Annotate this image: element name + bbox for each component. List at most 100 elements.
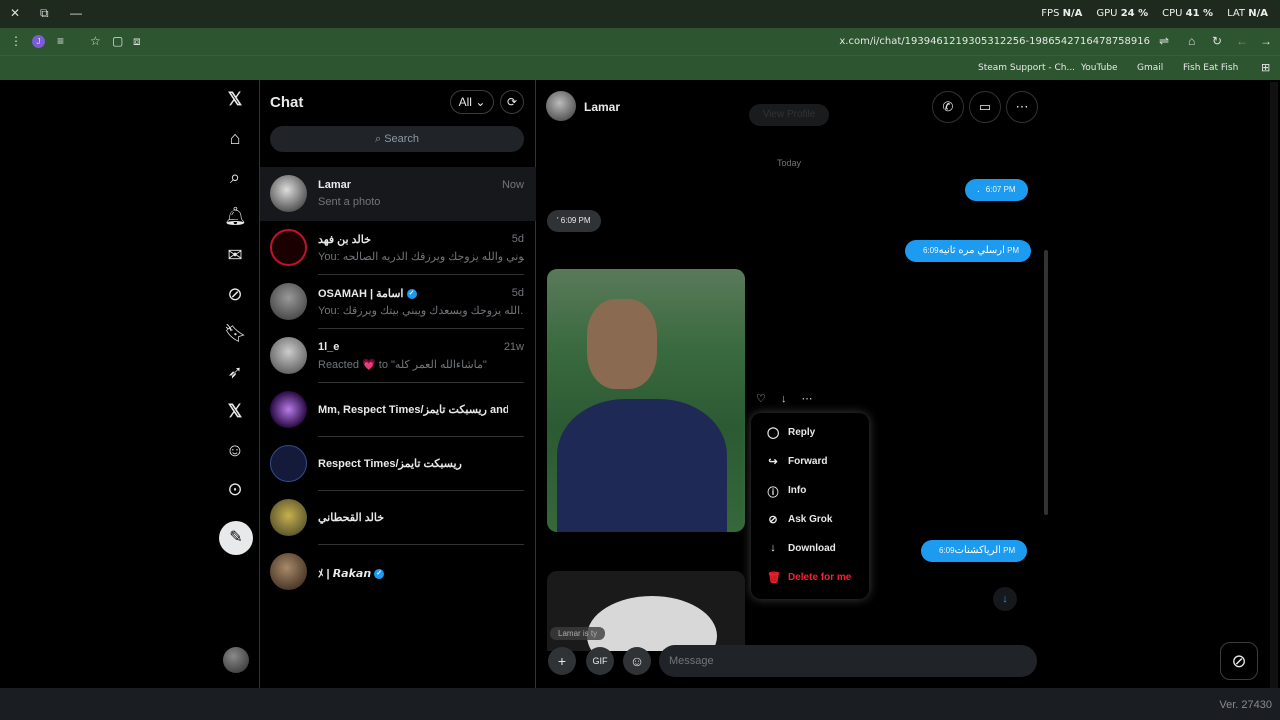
video-call-icon[interactable]: ▭ <box>969 91 1001 123</box>
url-field[interactable]: x.com/i/chat/1939461219305312256-1986542… <box>839 36 1150 47</box>
site-settings-icon[interactable]: ⇌ <box>1159 34 1169 48</box>
page-scrollbar[interactable] <box>1270 82 1278 688</box>
avatar <box>270 499 307 536</box>
menu-item-reply[interactable]: ◯ Reply <box>751 418 869 447</box>
restore-window-icon[interactable]: ⧉ <box>40 6 49 21</box>
avatar <box>270 445 307 482</box>
avatar <box>270 553 307 590</box>
message-bubble-out[interactable]: الرياكشنات6:09 PM <box>921 540 1028 562</box>
conversation-item[interactable]: OSAMAH | اسامة ✓ You: الله يزوجك ويسعدك و… <box>260 275 536 329</box>
avatar <box>270 283 307 320</box>
grok-nav-icon[interactable]: ⊘ <box>224 283 246 305</box>
compose-post-button[interactable]: ✎ <box>219 521 253 555</box>
scroll-down-icon[interactable]: ↓ <box>993 587 1017 611</box>
more-circle-icon[interactable]: ⊙ <box>224 478 246 500</box>
forward-nav-icon[interactable]: → <box>1260 34 1272 48</box>
photo-message[interactable] <box>547 269 745 532</box>
conversation-item[interactable]: Lamar Sent a photo Now <box>260 167 536 221</box>
home-icon[interactable]: ⌂ <box>1188 34 1195 48</box>
menu-item-ask-grok[interactable]: ⊘ Ask Grok <box>751 505 869 534</box>
home-nav-icon[interactable]: ⌂ <box>224 127 246 149</box>
message-bubble-out[interactable]: ارسلي مره ثانيه6:09 PM <box>905 240 1032 262</box>
premium-x-icon[interactable]: 𝕏 <box>224 400 246 422</box>
typing-indicator: Lamar is ty <box>550 627 606 640</box>
window-titlebar: ✕ ⧉ — FPS N/A GPU 24 % CPU 41 % LAT N/A <box>0 0 1280 28</box>
message-composer: + GIF ☺ Message <box>546 645 1038 677</box>
screenshot-icon[interactable]: ▢ <box>112 34 123 48</box>
conversation-scrollbar[interactable] <box>1044 250 1048 515</box>
message-context-menu: ◯ Reply ↪ Forward ⓘ Info ⊘ Ask Grok ↓ Downloa… <box>751 413 869 599</box>
search-input[interactable]: ⌕ Search <box>270 126 524 152</box>
rocket-icon[interactable]: ➶ <box>224 361 246 383</box>
search-placeholder: Search <box>384 133 420 145</box>
message-bubble-in[interactable]: ' 6:09 PM <box>547 210 601 232</box>
conversation-name: خالد بن فهد <box>318 234 371 246</box>
menu-item-delete[interactable]: 🗑︎ Delete for me <box>751 563 869 592</box>
stat-fps: FPS N/A <box>1041 8 1083 19</box>
message-time: 6:09 PM <box>560 216 591 225</box>
conversation-item[interactable]: خالد بن فهد You: ستوني والله يزوجك ويرزق… <box>260 221 536 275</box>
reading-list-icon[interactable]: ≡ <box>57 34 64 48</box>
message-bubble-out[interactable]: . 6:07 PM <box>965 179 1028 201</box>
menu-item-download[interactable]: ↓ Download <box>751 534 869 563</box>
avatar <box>270 175 307 212</box>
info-icon: ⓘ <box>767 487 779 499</box>
close-window-icon[interactable]: ✕ <box>10 6 20 20</box>
gif-icon[interactable]: GIF <box>586 647 614 675</box>
view-profile-button[interactable]: View Profile <box>749 104 829 126</box>
conversation-name: ﾒ | 𝙍𝙖𝙠𝙖𝙣 ✓ <box>318 565 385 581</box>
more-options-icon[interactable]: ⋯ <box>1006 91 1038 123</box>
menu-item-info[interactable]: ⓘ Info <box>751 476 869 505</box>
grok-fab-icon[interactable]: ⊘ <box>1220 642 1258 680</box>
chat-header-name[interactable]: Lamar <box>584 100 620 114</box>
primary-nav: 𝕏 ⌂ ⌕ 🔔︎ ✉ ⊘ 🔖︎ ➶ 𝕏 ☺ ⊙ ✎ <box>210 80 260 688</box>
conversation-name: Mm, Respect Times/ريسبكت تايمز and 6 ... <box>318 404 508 416</box>
new-chat-icon[interactable]: ⟳ <box>500 90 524 114</box>
bookmark-fish-eat-fish[interactable]: Fish Eat Fish <box>1183 63 1238 73</box>
stat-cpu: CPU 41 % <box>1162 8 1214 19</box>
conversation-item[interactable]: 1l_e Reacted 💗 to "ماشاءالله العمر كله" … <box>260 329 536 383</box>
menu-item-forward[interactable]: ↪ Forward <box>751 447 869 476</box>
conversation-name: 1l_e <box>318 341 340 353</box>
chevron-down-icon: ⌄ <box>475 95 486 109</box>
conversation-item[interactable]: خالد القحطاني <box>260 491 536 545</box>
conversation-preview: You: الله يزوجك ويسعدك ويبني بيتك ويرزقك… <box>318 305 524 317</box>
bookmark-gmail[interactable]: Gmail <box>1137 63 1163 73</box>
voice-call-icon[interactable]: ✆ <box>932 91 964 123</box>
messages-envelope-icon[interactable]: ✉ <box>224 244 246 266</box>
message-text: ' <box>557 216 559 225</box>
bookmarks-nav-icon[interactable]: 🔖︎ <box>224 322 247 344</box>
message-more-icon[interactable]: ⋯ <box>802 393 813 405</box>
photo-subject-face <box>587 299 657 389</box>
explore-search-icon[interactable]: ⌕ <box>224 166 246 188</box>
bookmark-steam[interactable]: Steam Support - Ch... <box>978 63 1075 73</box>
conversation-item[interactable]: Respect Times/ريسبكت تايمز <box>260 437 536 491</box>
extensions-icon[interactable]: ⧈ <box>133 34 141 49</box>
apps-grid-icon[interactable]: ⊞ <box>1261 61 1270 74</box>
grok-icon: ⊘ <box>768 514 778 526</box>
bookmark-youtube[interactable]: YouTube <box>1081 63 1118 73</box>
add-attachment-icon[interactable]: + <box>548 647 576 675</box>
react-icon[interactable]: ♡ <box>756 393 766 405</box>
account-avatar[interactable] <box>223 647 249 673</box>
conversation-time: Now <box>501 179 524 191</box>
x-logo-icon[interactable]: 𝕏 <box>224 88 246 110</box>
x-app: 𝕏 ⌂ ⌕ 🔔︎ ✉ ⊘ 🔖︎ ➶ 𝕏 ☺ ⊙ ✎ Chat All ⌄ ⟳ ⌕… <box>0 80 1280 688</box>
filter-dropdown[interactable]: All ⌄ <box>450 90 494 114</box>
reload-icon[interactable]: ↻ <box>1212 34 1222 48</box>
back-icon[interactable]: ← <box>1236 34 1248 48</box>
chat-header-avatar[interactable] <box>546 91 576 121</box>
profile-person-icon[interactable]: ☺ <box>224 439 246 461</box>
menu-dots-icon[interactable]: ⋮ <box>10 34 22 48</box>
star-icon[interactable]: ☆ <box>90 34 101 48</box>
message-input[interactable]: Message <box>659 645 1037 677</box>
conversation-item[interactable]: Mm, Respect Times/ريسبكت تايمز and 6 ... <box>260 383 536 437</box>
minimize-window-icon[interactable]: — <box>70 6 82 20</box>
notifications-bell-icon[interactable]: 🔔︎ <box>224 205 247 227</box>
conversation-item[interactable]: ﾒ | 𝙍𝙖𝙠𝙖𝙣 ✓ <box>260 545 536 599</box>
message-text: الرياكشنات <box>954 545 1001 556</box>
download-arrow-icon[interactable]: ↓ <box>781 393 787 405</box>
conversation-preview: Reacted 💗 to "ماشاءالله العمر كله" <box>318 359 487 371</box>
emoji-icon[interactable]: ☺ <box>623 647 651 675</box>
profile-icon[interactable]: J <box>32 35 45 48</box>
